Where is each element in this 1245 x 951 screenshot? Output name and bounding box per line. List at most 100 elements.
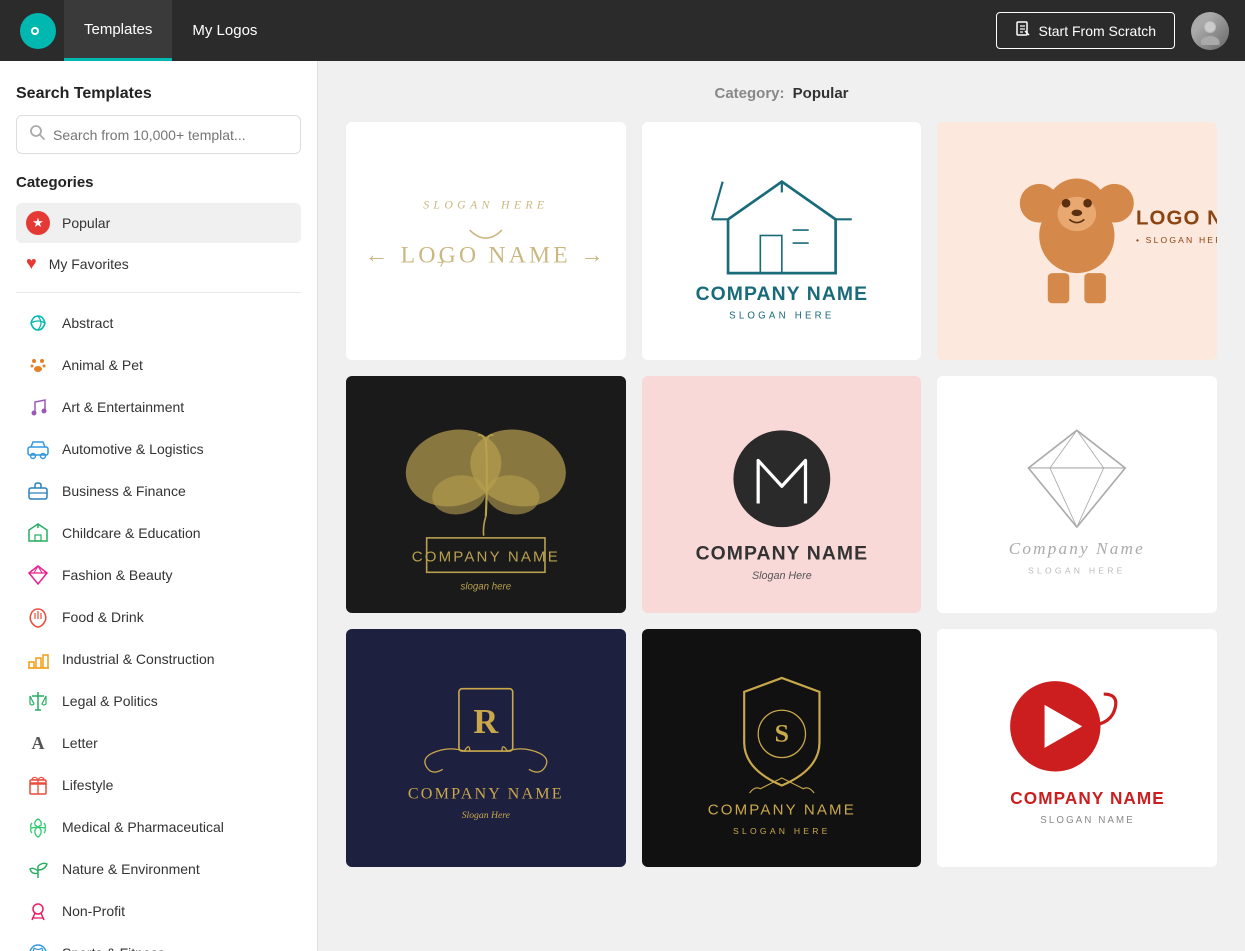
svg-text:LOGO NAME: LOGO NAME bbox=[1136, 208, 1217, 230]
svg-text:S: S bbox=[774, 719, 788, 748]
svg-text:SLOGAN NAME: SLOGAN NAME bbox=[1041, 816, 1136, 827]
svg-text:COMPANY NAME: COMPANY NAME bbox=[408, 786, 564, 803]
logo[interactable] bbox=[16, 9, 60, 53]
svg-text:SLOGAN HERE: SLOGAN HERE bbox=[733, 826, 831, 836]
sidebar-item-animal-pet[interactable]: Animal & Pet bbox=[16, 345, 301, 385]
search-title: Search Templates bbox=[16, 85, 301, 103]
svg-text:Slogan Here: Slogan Here bbox=[752, 569, 812, 581]
sidebar-item-automotive[interactable]: Automotive & Logistics bbox=[16, 429, 301, 469]
svg-text:← LOGO NAME →: ← LOGO NAME → bbox=[365, 242, 607, 268]
sidebar-item-business[interactable]: Business & Finance bbox=[16, 471, 301, 511]
sidebar-item-medical[interactable]: Medical & Pharmaceutical bbox=[16, 807, 301, 847]
template-card-6[interactable]: Company Name SLOGAN HERE bbox=[937, 376, 1217, 614]
sidebar-item-label: Food & Drink bbox=[62, 609, 144, 625]
letter-icon: A bbox=[26, 731, 50, 755]
start-scratch-label: Start From Scratch bbox=[1039, 23, 1156, 39]
star-icon: ★ bbox=[26, 211, 50, 235]
sidebar-item-label: Nature & Environment bbox=[62, 861, 200, 877]
main-nav: Templates My Logos bbox=[64, 0, 996, 61]
diamond-icon bbox=[26, 563, 50, 587]
main-layout: Search Templates Categories ★ Popular ♥ … bbox=[0, 61, 1245, 951]
sidebar-item-label: Abstract bbox=[62, 315, 113, 331]
sidebar-item-food[interactable]: Food & Drink bbox=[16, 597, 301, 637]
sidebar-item-fashion[interactable]: Fashion & Beauty bbox=[16, 555, 301, 595]
svg-text:Company Name: Company Name bbox=[1009, 539, 1145, 558]
nav-templates[interactable]: Templates bbox=[64, 0, 172, 61]
categories-title: Categories bbox=[16, 174, 301, 191]
svg-text:COMPANY NAME: COMPANY NAME bbox=[707, 802, 855, 819]
sidebar-item-my-favorites[interactable]: ♥ My Favorites bbox=[16, 245, 301, 282]
sidebar-item-label: Automotive & Logistics bbox=[62, 441, 204, 457]
sidebar-item-letter[interactable]: A Letter bbox=[16, 723, 301, 763]
search-input[interactable] bbox=[53, 127, 288, 143]
ribbon-icon bbox=[26, 899, 50, 923]
content-area: Category: Popular SLOGAN HERE ← LOGO NAM… bbox=[318, 61, 1245, 951]
sidebar-item-nature[interactable]: Nature & Environment bbox=[16, 849, 301, 889]
sidebar-item-label: Non-Profit bbox=[62, 903, 125, 919]
svg-text:SLOGAN HERE: SLOGAN HERE bbox=[423, 198, 548, 212]
new-doc-icon bbox=[1015, 21, 1031, 40]
food-icon bbox=[26, 605, 50, 629]
svg-text:slogan here: slogan here bbox=[461, 581, 512, 592]
paw-icon bbox=[26, 353, 50, 377]
sidebar-item-label: Medical & Pharmaceutical bbox=[62, 819, 224, 835]
sidebar-item-abstract[interactable]: Abstract bbox=[16, 303, 301, 343]
sidebar-item-label: Childcare & Education bbox=[62, 525, 201, 541]
sidebar-item-label: Business & Finance bbox=[62, 483, 186, 499]
sidebar-item-label: Popular bbox=[62, 215, 110, 231]
svg-text:R: R bbox=[473, 703, 499, 741]
sidebar-item-label: Fashion & Beauty bbox=[62, 567, 173, 583]
category-prefix: Category: bbox=[714, 85, 784, 102]
sidebar-item-popular[interactable]: ★ Popular bbox=[16, 203, 301, 243]
sidebar-item-legal[interactable]: Legal & Politics bbox=[16, 681, 301, 721]
template-card-5[interactable]: COMPANY NAME Slogan Here bbox=[642, 376, 922, 614]
sidebar-item-label: Animal & Pet bbox=[62, 357, 143, 373]
category-header: Category: Popular bbox=[346, 85, 1217, 102]
sidebar-item-label: Lifestyle bbox=[62, 777, 113, 793]
svg-text:SLOGAN HERE: SLOGAN HERE bbox=[1028, 565, 1126, 575]
svg-text:SLOGAN HERE: SLOGAN HERE bbox=[729, 310, 834, 321]
template-card-8[interactable]: S COMPANY NAME SLOGAN HERE bbox=[642, 629, 922, 867]
sidebar-item-label: Letter bbox=[62, 735, 98, 751]
sidebar-item-lifestyle[interactable]: Lifestyle bbox=[16, 765, 301, 805]
sidebar-item-label: Art & Entertainment bbox=[62, 399, 184, 415]
sidebar-item-label: Legal & Politics bbox=[62, 693, 158, 709]
sidebar: Search Templates Categories ★ Popular ♥ … bbox=[0, 61, 318, 951]
template-card-4[interactable]: COMPANY NAME slogan here bbox=[346, 376, 626, 614]
nav-my-logos[interactable]: My Logos bbox=[172, 0, 277, 61]
avatar-image bbox=[1191, 12, 1229, 50]
search-icon bbox=[29, 124, 45, 145]
templates-grid: SLOGAN HERE ← LOGO NAME → COMP bbox=[346, 122, 1217, 867]
scale-icon bbox=[26, 689, 50, 713]
svg-text:COMPANY NAME: COMPANY NAME bbox=[1011, 788, 1166, 808]
leaf-icon bbox=[26, 857, 50, 881]
start-from-scratch-button[interactable]: Start From Scratch bbox=[996, 12, 1175, 49]
medical-icon bbox=[26, 815, 50, 839]
sidebar-divider bbox=[16, 292, 301, 293]
user-avatar[interactable] bbox=[1191, 12, 1229, 50]
logo-circle bbox=[20, 13, 56, 49]
sidebar-item-sports[interactable]: Sports & Fitness bbox=[16, 933, 301, 951]
header-right: Start From Scratch bbox=[996, 12, 1229, 50]
svg-text:COMPANY NAME: COMPANY NAME bbox=[695, 283, 867, 305]
svg-text:Slogan Here: Slogan Here bbox=[462, 810, 511, 821]
school-icon bbox=[26, 521, 50, 545]
template-card-1[interactable]: SLOGAN HERE ← LOGO NAME → bbox=[346, 122, 626, 360]
template-card-3[interactable]: LOGO NAME • SLOGAN HERE • bbox=[937, 122, 1217, 360]
abstract-icon bbox=[26, 311, 50, 335]
header: Templates My Logos Start From Scratch bbox=[0, 0, 1245, 61]
template-card-9[interactable]: COMPANY NAME SLOGAN NAME bbox=[937, 629, 1217, 867]
sidebar-item-nonprofit[interactable]: Non-Profit bbox=[16, 891, 301, 931]
sidebar-item-label: Industrial & Construction bbox=[62, 651, 215, 667]
template-card-2[interactable]: COMPANY NAME SLOGAN HERE bbox=[642, 122, 922, 360]
svg-text:COMPANY NAME: COMPANY NAME bbox=[695, 542, 867, 564]
svg-text:• SLOGAN HERE •: • SLOGAN HERE • bbox=[1136, 235, 1217, 245]
svg-text:COMPANY NAME: COMPANY NAME bbox=[412, 548, 560, 565]
template-card-7[interactable]: R COMPANY NAME Slogan Here bbox=[346, 629, 626, 867]
sidebar-item-childcare[interactable]: Childcare & Education bbox=[16, 513, 301, 553]
heart-icon: ♥ bbox=[26, 253, 37, 274]
search-box[interactable] bbox=[16, 115, 301, 154]
sidebar-item-industrial[interactable]: Industrial & Construction bbox=[16, 639, 301, 679]
sidebar-item-art[interactable]: Art & Entertainment bbox=[16, 387, 301, 427]
sidebar-item-label: My Favorites bbox=[49, 256, 129, 272]
